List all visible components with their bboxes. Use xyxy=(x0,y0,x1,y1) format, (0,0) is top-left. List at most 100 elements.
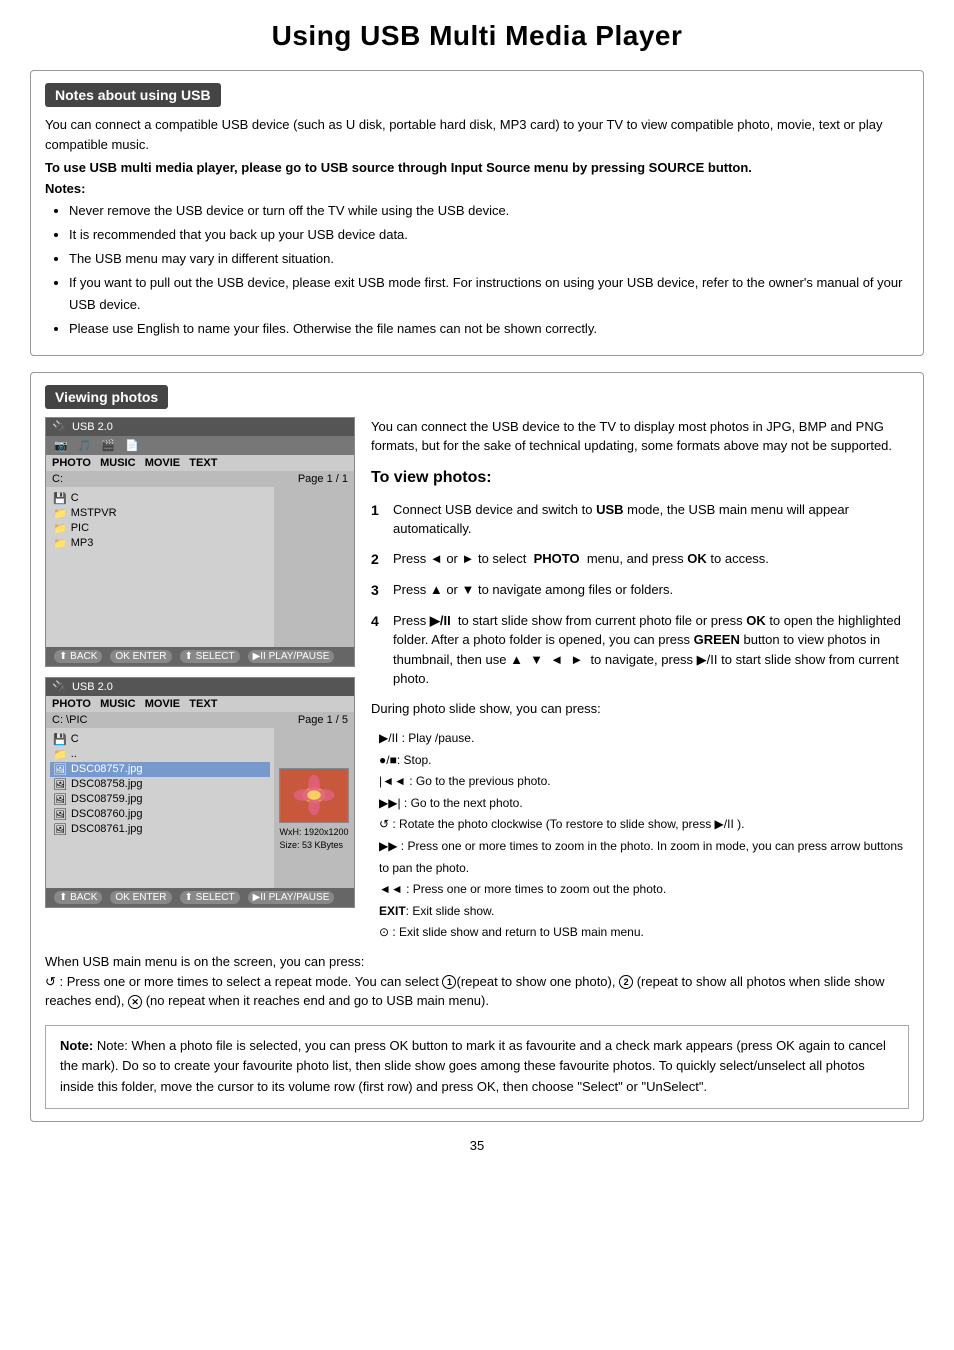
usb-panel-1: 🔌 USB 2.0 📷 🎵 🎬 📄 PHOTO MUSIC MOVIE TEXT… xyxy=(45,417,355,667)
viewing-section-title: Viewing photos xyxy=(45,385,168,409)
during-6: ▶▶ : Press one or more times to zoom in … xyxy=(371,836,909,879)
folder-icon-mstpvr: 📁 xyxy=(53,507,67,520)
usb-label-1: USB 2.0 xyxy=(72,421,113,433)
list2-item-dsc757[interactable]: 🖼 DSC08757.jpg xyxy=(50,762,270,777)
step-1: 1 Connect USB device and switch to USB m… xyxy=(371,500,909,539)
during-7: ◄◄ : Press one or more times to zoom out… xyxy=(371,879,909,901)
step-4: 4 Press ▶/II to start slide show from cu… xyxy=(371,611,909,689)
note-text: Note: When a photo file is selected, you… xyxy=(60,1038,886,1095)
item-mp3-label: MP3 xyxy=(71,537,94,549)
drive-icon-2: 💾 xyxy=(53,733,67,746)
list-item-mp3[interactable]: 📁 MP3 xyxy=(50,536,270,551)
list2-item-dsc761[interactable]: 🖼 DSC08761.jpg xyxy=(50,822,270,837)
usb-list-2: 💾 C 📁 .. 🖼 DSC08757.jpg 🖼 xyxy=(46,728,274,888)
icon-repeat-all: 2 xyxy=(619,975,633,989)
step-text-2: Press ◄ or ► to select PHOTO menu, and p… xyxy=(393,549,769,570)
thumb-wxh: WxH: 1920x1200 xyxy=(279,826,348,839)
notes-bullets: Never remove the USB device or turn off … xyxy=(45,200,909,341)
notes-bold: To use USB multi media player, please go… xyxy=(45,160,909,175)
usb-footer-2: ⬆ BACK OK ENTER ⬆ SELECT ▶II PLAY/PAUSE xyxy=(46,888,354,907)
step-num-2: 2 xyxy=(371,549,385,570)
usb-thumb-2: WxH: 1920x1200 Size: 53 KBytes xyxy=(274,728,354,888)
usb-pagenum-2: Page 1 / 5 xyxy=(298,714,348,726)
during-9: ⊙ : Exit slide show and return to USB ma… xyxy=(371,922,909,944)
select-btn-1[interactable]: ⬆ SELECT xyxy=(180,650,240,663)
list2-item-dsc760[interactable]: 🖼 DSC08760.jpg xyxy=(50,807,270,822)
list-item-c: 💾 C xyxy=(50,491,270,506)
during-press-label: During photo slide show, you can press: xyxy=(371,699,909,719)
item-c-label: C xyxy=(71,492,79,504)
note-bottom: Note: Note: When a photo file is selecte… xyxy=(45,1025,909,1109)
when-usb-detail: ↺ : Press one or more times to select a … xyxy=(45,972,909,1011)
usb-body-1: 💾 C 📁 MSTPVR 📁 PIC 📁 xyxy=(46,487,354,647)
usb-body-2: 💾 C 📁 .. 🖼 DSC08757.jpg 🖼 xyxy=(46,728,354,888)
when-usb-section: When USB main menu is on the screen, you… xyxy=(45,952,909,1011)
item-pic-label: PIC xyxy=(71,522,89,534)
ok-btn-2[interactable]: OK ENTER xyxy=(110,891,171,904)
menu-movie-icon: 🎬 xyxy=(101,439,115,452)
usb-menu-photo: PHOTO MUSIC MOVIE TEXT xyxy=(52,457,217,469)
step-num-3: 3 xyxy=(371,580,385,601)
usb-header-2: 🔌 USB 2.0 xyxy=(46,678,354,696)
list-item-pic[interactable]: 📁 PIC xyxy=(50,521,270,536)
back-btn-1[interactable]: ⬆ BACK xyxy=(54,650,102,663)
item-mstpvr-label: MSTPVR xyxy=(71,507,117,519)
usb-header-1: 🔌 USB 2.0 xyxy=(46,418,354,436)
during-8: EXIT: Exit slide show. xyxy=(371,901,909,923)
jpg-icon-760: 🖼 xyxy=(53,808,67,821)
ok-btn-1[interactable]: OK ENTER xyxy=(110,650,171,663)
note-label: Note: xyxy=(60,1038,97,1053)
usb-menu-bar-1: 📷 🎵 🎬 📄 xyxy=(46,436,354,455)
usb-page-2: C: \PIC Page 1 / 5 xyxy=(46,712,354,728)
list-item-mstpvr[interactable]: 📁 MSTPVR xyxy=(50,506,270,521)
viewing-section: Viewing photos 🔌 USB 2.0 📷 🎵 🎬 📄 PHOTO M… xyxy=(30,372,924,1122)
usb-icon-1: 🔌 xyxy=(52,420,67,434)
usb-label-2: USB 2.0 xyxy=(72,681,113,693)
jpg-icon-757: 🖼 xyxy=(53,763,67,776)
usb-path-2: C: \PIC xyxy=(52,714,87,726)
icon-repeat-one: 1 xyxy=(442,975,456,989)
jpg-icon-758: 🖼 xyxy=(53,778,67,791)
usb-menu-bar-2: PHOTO MUSIC MOVIE TEXT xyxy=(46,696,354,712)
thumb-size: Size: 53 KBytes xyxy=(279,839,348,852)
back-btn-2[interactable]: ⬆ BACK xyxy=(54,891,102,904)
jpg-icon-761: 🖼 xyxy=(53,823,67,836)
drive-icon: 💾 xyxy=(53,492,67,505)
list2-item-dsc758[interactable]: 🖼 DSC08758.jpg xyxy=(50,777,270,792)
folder-icon-pic: 📁 xyxy=(53,522,67,535)
step-num-1: 1 xyxy=(371,500,385,539)
viewing-grid: 🔌 USB 2.0 📷 🎵 🎬 📄 PHOTO MUSIC MOVIE TEXT… xyxy=(45,417,909,944)
usb-list-1: 💾 C 📁 MSTPVR 📁 PIC 📁 xyxy=(46,487,274,647)
menu-music-icon: 🎵 xyxy=(78,439,92,452)
usb-page-1: C: Page 1 / 1 xyxy=(46,471,354,487)
playpause-btn-1[interactable]: ▶II PLAY/PAUSE xyxy=(248,650,335,663)
playpause-btn-2[interactable]: ▶II PLAY/PAUSE xyxy=(248,891,335,904)
icon-no-repeat: ✕ xyxy=(128,995,142,1009)
bullet-3: The USB menu may vary in different situa… xyxy=(69,248,909,270)
menu-photo-icon: 📷 xyxy=(54,439,68,452)
list2-item-dsc759[interactable]: 🖼 DSC08759.jpg xyxy=(50,792,270,807)
folder-icon-dotdot: 📁 xyxy=(53,748,67,761)
left-col: 🔌 USB 2.0 📷 🎵 🎬 📄 PHOTO MUSIC MOVIE TEXT… xyxy=(45,417,355,944)
folder-icon-mp3: 📁 xyxy=(53,537,67,550)
notes-label: Notes: xyxy=(45,181,909,196)
bullet-5: Please use English to name your files. O… xyxy=(69,318,909,340)
step-text-1: Connect USB device and switch to USB mod… xyxy=(393,500,909,539)
bullet-1: Never remove the USB device or turn off … xyxy=(69,200,909,222)
during-3: |◄◄ : Go to the previous photo. xyxy=(371,771,909,793)
thumb-image xyxy=(279,768,349,823)
bullet-2: It is recommended that you back up your … xyxy=(69,224,909,246)
usb-thumb-1 xyxy=(274,487,354,647)
page-number: 35 xyxy=(30,1138,924,1153)
usb-icon-2: 🔌 xyxy=(52,680,67,694)
select-btn-2[interactable]: ⬆ SELECT xyxy=(180,891,240,904)
list2-item-dotdot[interactable]: 📁 .. xyxy=(50,747,270,762)
during-list: ▶/II : Play /pause. ●/■: Stop. |◄◄ : Go … xyxy=(371,728,909,944)
notes-intro: You can connect a compatible USB device … xyxy=(45,115,909,154)
notes-section-title: Notes about using USB xyxy=(45,83,221,107)
thumb-info: WxH: 1920x1200 Size: 53 KBytes xyxy=(275,823,352,854)
steps-list: 1 Connect USB device and switch to USB m… xyxy=(371,500,909,689)
step-3: 3 Press ▲ or ▼ to navigate among files o… xyxy=(371,580,909,601)
usb-pagenum-1: Page 1 / 1 xyxy=(298,473,348,485)
usb-path-1: C: xyxy=(52,473,63,485)
